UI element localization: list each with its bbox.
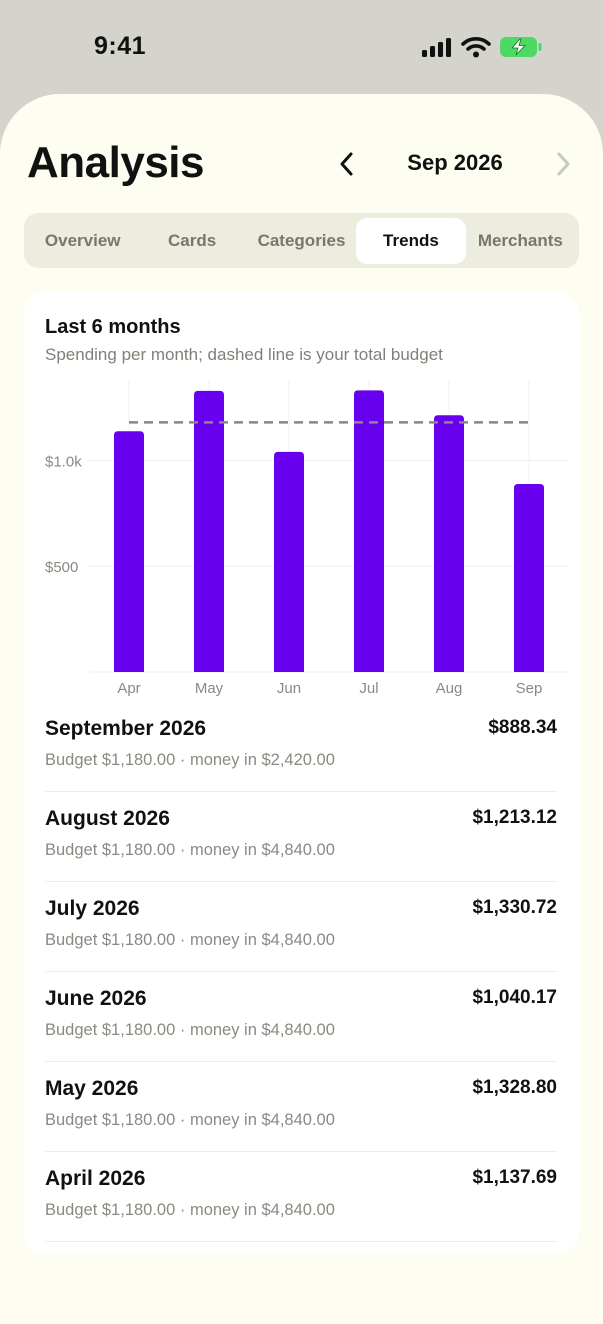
tab-trends[interactable]: Trends [356, 217, 466, 264]
previous-month-button[interactable] [330, 146, 364, 182]
tab-categories[interactable]: Categories [247, 218, 356, 264]
chevron-left-icon [340, 152, 353, 176]
month-row-title: June 2026 [45, 987, 147, 1010]
y-tick-label: $500 [45, 559, 78, 576]
x-tick-label: Jun [277, 680, 301, 697]
month-row-subtitle: Budget $1,180.00 · money in $4,840.00 [45, 1111, 335, 1129]
month-row-amount: $1,330.72 [472, 897, 557, 918]
spending-bar-apr [114, 431, 144, 672]
tab-cards[interactable]: Cards [137, 218, 246, 264]
x-tick-label: May [195, 680, 224, 697]
month-row[interactable]: June 2026 Budget $1,180.00 · money in $4,… [45, 972, 557, 1062]
analysis-tabs: Overview Cards Categories Trends Merchan… [24, 213, 579, 268]
spending-bar-jun [274, 451, 304, 672]
month-navigator: Sep 2026 [330, 146, 580, 186]
spending-bar-aug [434, 415, 464, 672]
x-tick-label: Apr [117, 680, 140, 697]
current-month-label: Sep 2026 [407, 150, 503, 175]
x-tick-label: Sep [516, 680, 543, 697]
month-row-amount: $1,328.80 [472, 1077, 557, 1098]
month-row-amount: $1,213.12 [472, 807, 557, 828]
month-row[interactable]: April 2026 Budget $1,180.00 · money in $4… [45, 1152, 557, 1242]
month-list: September 2026 Budget $1,180.00 · money i… [45, 702, 557, 1242]
page-title: Analysis [27, 138, 204, 187]
month-row[interactable]: August 2026 Budget $1,180.00 · money in $… [45, 792, 557, 882]
spending-bar-jul [354, 390, 384, 672]
trends-card: Last 6 months Spending per month; dashed… [24, 292, 579, 1254]
x-tick-label: Aug [436, 680, 463, 697]
spending-bar-may [194, 390, 224, 672]
chevron-right-icon [557, 152, 570, 176]
month-row-subtitle: Budget $1,180.00 · money in $4,840.00 [45, 841, 335, 859]
month-row-subtitle: Budget $1,180.00 · money in $4,840.00 [45, 931, 335, 949]
x-tick-label: Jul [359, 680, 378, 697]
spending-bar-chart: $500 $1.0k Apr May Jun Jul Aug Sep [45, 380, 569, 697]
spending-bar-sep [514, 484, 544, 672]
month-row-amount: $1,137.69 [472, 1167, 557, 1188]
tab-merchants[interactable]: Merchants [466, 218, 575, 264]
month-row-subtitle: Budget $1,180.00 · money in $4,840.00 [45, 1201, 335, 1219]
month-row-title: April 2026 [45, 1167, 146, 1190]
status-time: 9:41 [94, 32, 147, 60]
month-row[interactable]: September 2026 Budget $1,180.00 · money i… [45, 702, 557, 792]
battery-charging-icon [499, 36, 543, 63]
next-month-button[interactable] [546, 146, 580, 182]
status-bar: 9:41 [0, 0, 603, 95]
cellular-signal-icon [421, 37, 453, 62]
month-row-subtitle: Budget $1,180.00 · money in $4,840.00 [45, 1021, 335, 1039]
card-title: Last 6 months [45, 316, 181, 338]
card-subtitle: Spending per month; dashed line is your … [45, 345, 443, 364]
status-icons [421, 36, 543, 63]
month-row-title: July 2026 [45, 897, 140, 920]
month-row-title: September 2026 [45, 717, 207, 740]
tab-overview[interactable]: Overview [28, 218, 137, 264]
analysis-sheet: Analysis Sep 2026 Overview Cards Categor… [0, 94, 603, 1324]
wifi-icon [461, 36, 491, 63]
month-row-title: August 2026 [45, 807, 170, 830]
month-row[interactable]: May 2026 Budget $1,180.00 · money in $4,8… [45, 1062, 557, 1152]
month-row-amount: $1,040.17 [472, 987, 557, 1008]
month-row-subtitle: Budget $1,180.00 · money in $2,420.00 [45, 751, 335, 769]
month-row-amount: $888.34 [488, 717, 557, 738]
y-tick-label: $1.0k [45, 453, 82, 470]
month-row-title: May 2026 [45, 1077, 139, 1100]
month-row[interactable]: July 2026 Budget $1,180.00 · money in $4,… [45, 882, 557, 972]
